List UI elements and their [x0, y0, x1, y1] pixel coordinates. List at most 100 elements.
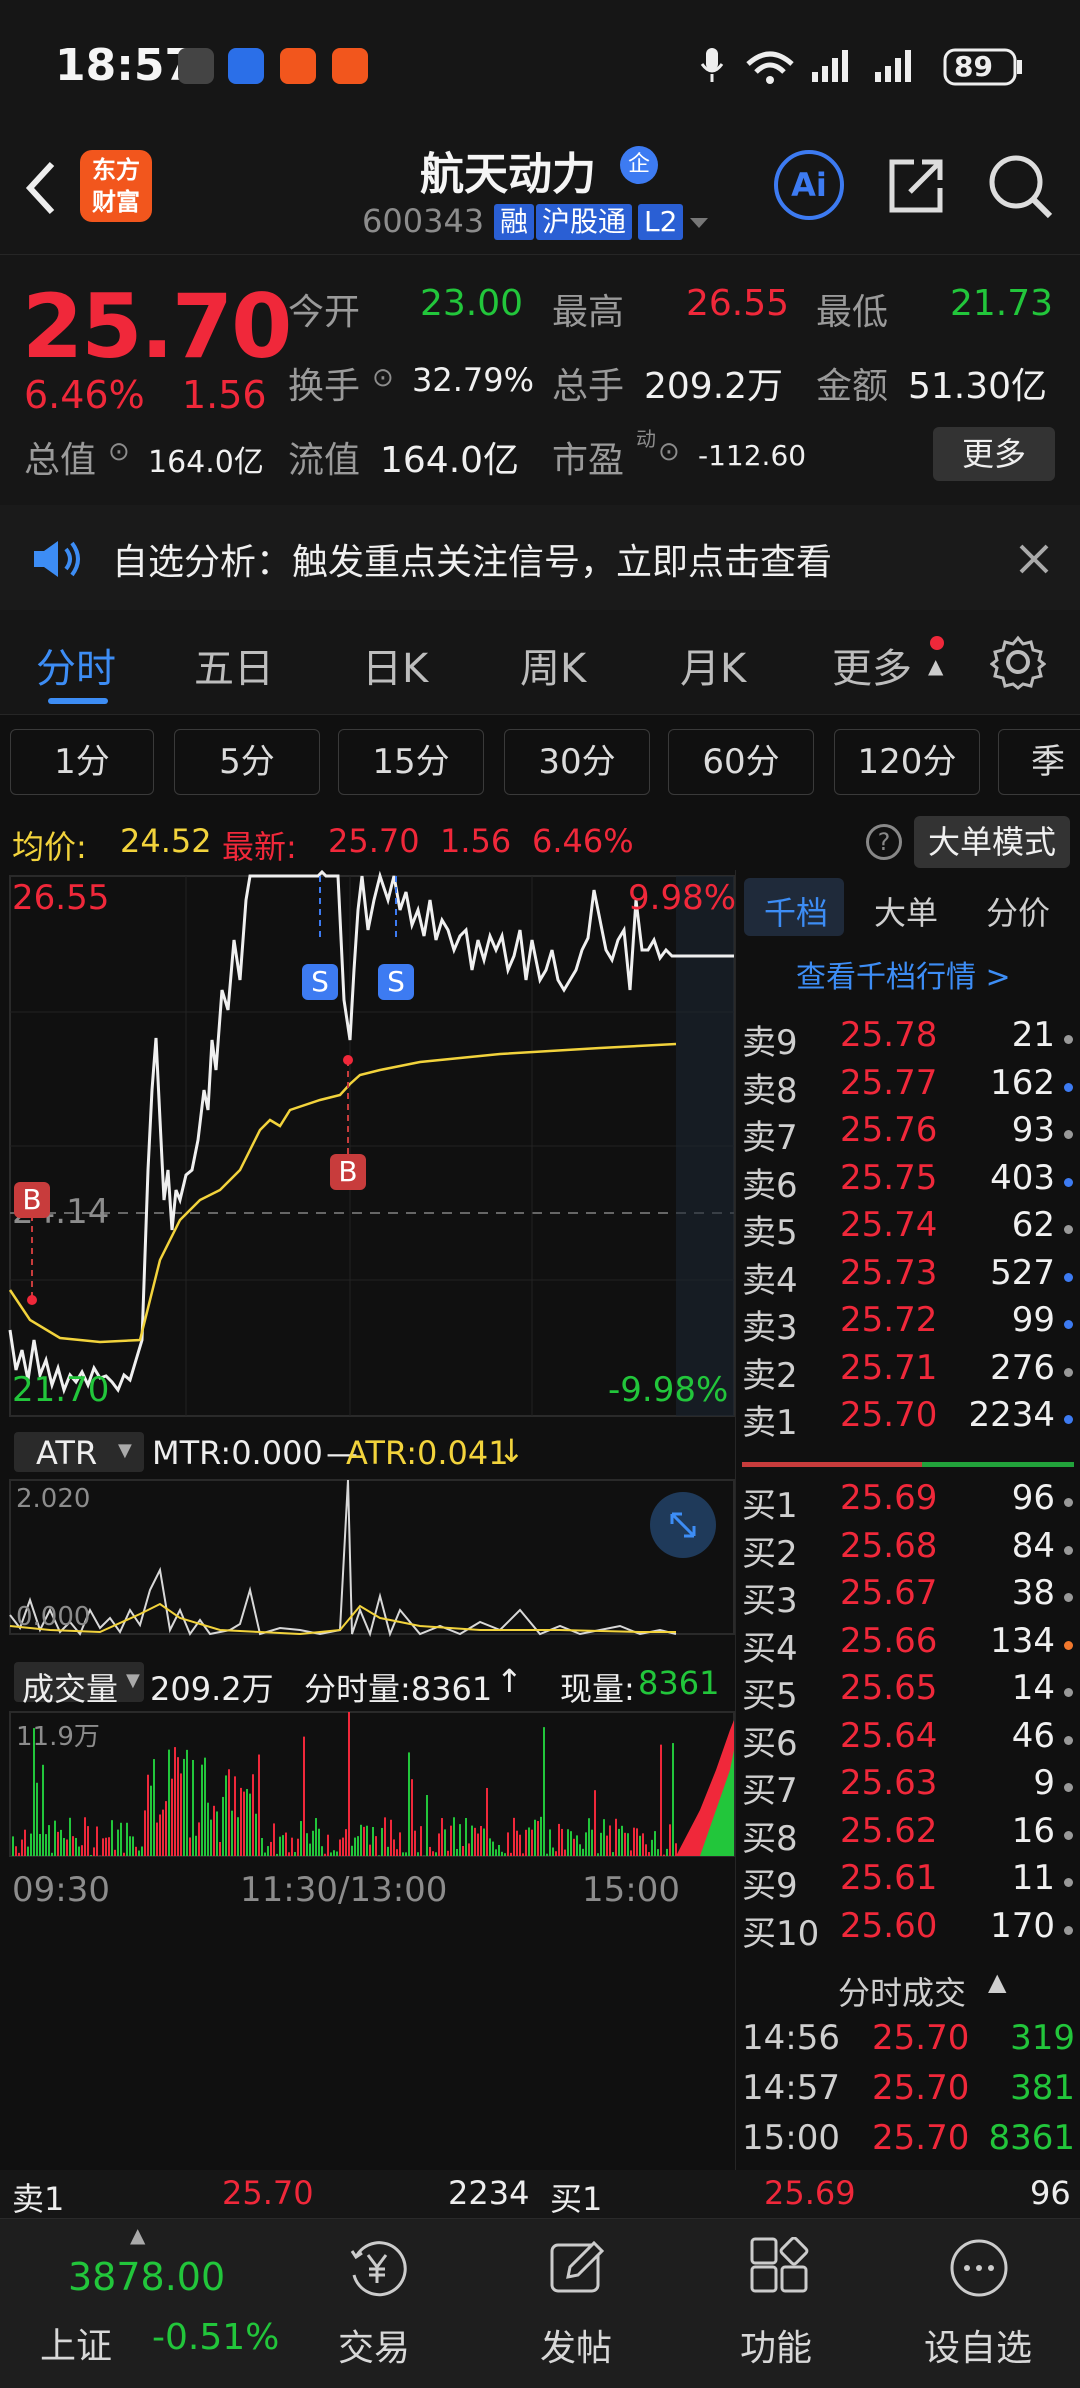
bid-row[interactable]: 买6 25.64 46 — [736, 1716, 1080, 1764]
volume-bar — [342, 1837, 344, 1856]
ask-price: 25.76 — [840, 1110, 938, 1150]
tab-more[interactable]: 更多 — [832, 636, 912, 694]
index-ticker[interactable]: ▲ 3878.00 上证 -0.51% — [0, 2219, 300, 2388]
volume-bar — [624, 1832, 626, 1856]
info-icon[interactable]: ⊙ — [372, 363, 394, 393]
volume-bar — [51, 1852, 53, 1856]
volume-selector[interactable]: 成交量 ▼ — [14, 1662, 144, 1708]
volume-bar — [384, 1817, 386, 1856]
tab-big-orders[interactable]: 大单 — [874, 888, 938, 934]
expand-icon[interactable] — [650, 1492, 716, 1558]
bid-row[interactable]: 买3 25.67 38 — [736, 1573, 1080, 1621]
period-15m[interactable]: 15分 — [338, 729, 484, 795]
period-quarter[interactable]: 季 — [998, 729, 1080, 795]
trade-price: 25.70 — [872, 2068, 970, 2108]
chevron-down-icon[interactable] — [688, 216, 710, 232]
nav-features[interactable]: 功能 — [676, 2219, 876, 2388]
ask-row[interactable]: 卖9 25.78 21 — [736, 1015, 1080, 1063]
sell-marker[interactable]: S — [378, 964, 414, 1000]
gear-icon[interactable] — [990, 634, 1046, 690]
atr-selector[interactable]: ATR ▼ — [14, 1432, 144, 1472]
volume-bar — [171, 1778, 173, 1856]
ask-row[interactable]: 卖3 25.72 99 — [736, 1300, 1080, 1348]
volume-bar — [366, 1825, 368, 1856]
ask-row[interactable]: 卖4 25.73 527 — [736, 1253, 1080, 1301]
high-label: 最高 — [552, 292, 625, 333]
volume-bar — [141, 1846, 143, 1856]
info-icon[interactable]: ⊙ — [658, 437, 680, 467]
buy-marker[interactable]: B — [14, 1182, 50, 1218]
bid-row[interactable]: 买10 25.60 170 — [736, 1906, 1080, 1954]
volume-bar — [219, 1842, 221, 1856]
trade-row: 15:00 25.70 8361 — [736, 2118, 1080, 2166]
volume-bar — [189, 1837, 191, 1856]
info-icon[interactable]: ⊙ — [108, 437, 130, 467]
bid-level-label: 买5 — [742, 1676, 798, 1716]
tab-week-k[interactable]: 周K — [520, 636, 586, 694]
volume-bar — [147, 1774, 149, 1856]
volume-bar — [81, 1845, 83, 1856]
close-icon[interactable] — [1018, 543, 1050, 575]
nav-post[interactable]: 发帖 — [476, 2219, 676, 2388]
ask-row[interactable]: 卖6 25.75 403 — [736, 1158, 1080, 1206]
volume-bar — [102, 1838, 104, 1856]
ask-row[interactable]: 卖5 25.74 62 — [736, 1205, 1080, 1253]
intraday-chart[interactable]: 26.55 9.98% 24.14 21.70 -9.98% S S B B A… — [0, 870, 736, 2170]
depth-link[interactable]: 查看千档行情 > — [796, 952, 1011, 996]
period-30m[interactable]: 30分 — [504, 729, 650, 795]
volume-bar — [528, 1827, 530, 1856]
volume-bar — [555, 1851, 557, 1856]
bid-row[interactable]: 买1 25.69 96 — [736, 1478, 1080, 1526]
nav-add-watchlist[interactable]: 设自选 — [878, 2219, 1078, 2388]
help-icon[interactable]: ? — [866, 824, 902, 860]
buy-marker[interactable]: B — [330, 1154, 366, 1190]
sell-marker[interactable]: S — [302, 964, 338, 1000]
bid-row[interactable]: 买4 25.66 134 — [736, 1621, 1080, 1669]
big-order-mode-button[interactable]: 大单模式 — [914, 816, 1070, 868]
tab-depth[interactable]: 千档 — [764, 888, 828, 934]
more-button[interactable]: 更多 — [933, 427, 1055, 481]
trades-title[interactable]: 分时成交 — [838, 1968, 966, 2014]
ask-volume: 93 — [1011, 1110, 1055, 1150]
bid-row[interactable]: 买5 25.65 14 — [736, 1668, 1080, 1716]
volume-bar — [57, 1831, 59, 1856]
period-5m[interactable]: 5分 — [174, 729, 320, 795]
volume-bar — [300, 1821, 302, 1856]
pe-label: 市盈 — [552, 440, 625, 481]
tab-month-k[interactable]: 月K — [680, 636, 746, 694]
tab-intraday[interactable]: 分时 — [36, 636, 116, 694]
nav-add-watchlist-label: 设自选 — [923, 2328, 1032, 2369]
tab-day-k[interactable]: 日K — [362, 636, 428, 694]
ask-row[interactable]: 卖7 25.76 93 — [736, 1110, 1080, 1158]
ask-row[interactable]: 卖1 25.70 2234 — [736, 1395, 1080, 1443]
ask-row[interactable]: 卖2 25.71 276 — [736, 1348, 1080, 1396]
period-120m[interactable]: 120分 — [834, 729, 980, 795]
period-60m[interactable]: 60分 — [668, 729, 814, 795]
order-dot-icon — [1064, 1783, 1073, 1792]
share-icon[interactable] — [884, 154, 948, 218]
volume-bar — [228, 1769, 230, 1856]
ask-row[interactable]: 卖8 25.77 162 — [736, 1063, 1080, 1111]
tab-five-day[interactable]: 五日 — [194, 636, 274, 694]
bid-level-label: 买9 — [742, 1866, 798, 1906]
search-icon[interactable] — [986, 152, 1054, 220]
volume-bar — [399, 1832, 401, 1856]
bid-row[interactable]: 买9 25.61 11 — [736, 1858, 1080, 1906]
last-value: 25.70 — [328, 822, 420, 860]
back-icon[interactable] — [22, 158, 62, 218]
tab-price-dist[interactable]: 分价 — [986, 888, 1050, 934]
volume-bar — [432, 1851, 434, 1856]
nav-trade[interactable]: 交易 — [274, 2219, 474, 2388]
app-logo: 东方 财富 — [80, 150, 152, 222]
bid-row[interactable]: 买7 25.63 9 — [736, 1763, 1080, 1811]
ai-icon[interactable]: Ai — [774, 150, 844, 220]
notice-banner[interactable]: 自选分析：触发重点关注信号，立即点击查看 — [0, 505, 1080, 610]
caret-up-icon: ▲ — [130, 2223, 146, 2247]
bid-row[interactable]: 买2 25.68 84 — [736, 1526, 1080, 1574]
volume-bar — [144, 1810, 146, 1856]
strip-ask-price: 25.70 — [222, 2174, 314, 2212]
volume-bar — [618, 1828, 620, 1856]
volume-bar — [63, 1837, 65, 1856]
bid-row[interactable]: 买8 25.62 16 — [736, 1811, 1080, 1859]
period-1m[interactable]: 1分 — [10, 729, 154, 795]
